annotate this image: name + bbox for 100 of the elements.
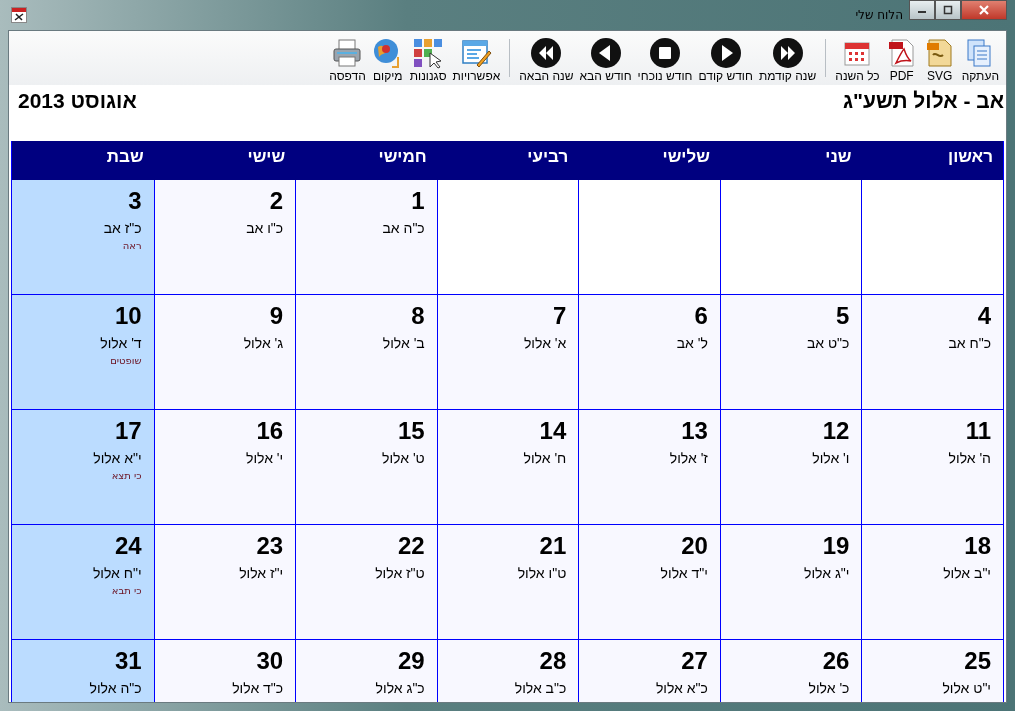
hebrew-date: ד' אלול [100,335,142,351]
day-number: 11 [965,416,991,446]
hebrew-date: כ"ב אלול [514,680,567,696]
hebrew-date: י"ד אלול [660,565,708,581]
toolbar-button[interactable]: PDF [882,37,921,83]
hebrew-date: כ"ט אב [806,335,850,351]
hebrew-date: כ"ה אלול [89,680,142,696]
weekday-header: רביעי [526,146,570,168]
maximize-icon [943,5,953,15]
day-number: 29 [398,646,425,676]
day-number: 13 [681,416,708,446]
hebrew-date: כ' אלול [808,680,850,696]
toolbar-button[interactable]: חודש הבא [576,37,635,83]
hebrew-date: ט"ו אלול [517,565,567,581]
hebrew-date: ג' אלול [243,335,284,351]
hebrew-date: ו' אלול [812,450,850,466]
toolbar-button[interactable]: שנה קודמת [755,37,820,83]
parasha-label: שופטים [110,355,142,366]
day-cell[interactable] [719,180,862,295]
form-pencil-icon [460,37,493,69]
hebrew-date: ט' אלול [382,450,425,466]
printer-icon [331,37,364,69]
day-number: 26 [822,646,850,676]
hebrew-month-title: אב - אלול תשע"ג [842,89,1004,113]
toolbar-button[interactable]: SVG [920,37,959,83]
day-number: 12 [822,416,850,446]
weekday-header: שלישי [661,146,711,168]
toolbar-button[interactable]: אפשרויות [449,37,504,83]
toolbar-button[interactable]: הדפסה [326,37,369,83]
day-number: 17 [114,416,142,446]
day-number: 15 [398,416,425,446]
day-number: 3 [128,186,142,216]
hebrew-date: כ"ה אב [382,220,425,236]
parasha-label: כי תבא [111,585,142,596]
day-number: 6 [694,301,708,331]
hebrew-date: ט"ז אלול [375,565,425,581]
minimize-button[interactable] [909,0,935,20]
day-number: 14 [539,416,567,446]
hebrew-date: י"ג אלול [804,565,850,581]
rewind-icon [530,37,563,69]
hebrew-date: ב' אלול [382,335,425,351]
day-number: 22 [398,531,425,561]
hebrew-date: כ"ג אלול [375,680,425,696]
color-grid-icon [412,37,445,69]
weekday-header: חמישי [377,146,428,168]
day-number: 16 [256,416,284,446]
weekday-header: שישי [246,146,287,168]
app-icon [11,7,27,23]
day-number: 21 [539,531,567,561]
close-button[interactable] [961,0,1007,20]
toolbar-button[interactable]: מיקום [368,37,407,83]
hebrew-date: כ"ז אב [103,220,142,236]
maximize-button[interactable] [935,0,961,20]
weekday-header: שני [824,146,853,168]
day-number: 18 [964,531,991,561]
day-number: 30 [256,646,284,676]
hebrew-date: כ"א אלול [655,680,708,696]
hebrew-date: י"ט אלול [942,680,991,696]
hebrew-date: כ"ח אב [948,335,991,351]
parasha-label: ראה [122,240,142,251]
hebrew-date: ל' אב [676,335,708,351]
hebrew-date: ה' אלול [948,450,991,466]
toolbar-button[interactable]: חודש קודם [695,37,756,83]
day-number: 27 [681,646,708,676]
day-number: 31 [114,646,142,676]
toolbar-button[interactable]: העתקה [958,37,1002,83]
play-icon [709,37,742,69]
hebrew-date: כ"ד אלול [232,680,284,696]
day-cell[interactable] [861,180,1003,295]
hebrew-date: כ"ו אב [246,220,284,236]
day-number: 5 [836,301,850,331]
day-number: 19 [822,531,850,561]
toolbar-button[interactable]: סגנונות [406,37,450,83]
hebrew-date: י"א אלול [93,450,142,466]
close-icon [978,5,990,15]
hebrew-date: י"ז אלול [239,565,284,581]
gregorian-month-title: אוגוסט 2013 [18,89,137,113]
toolbar-button[interactable]: שנה הבאה [516,37,577,83]
day-number: 9 [269,301,284,331]
hebrew-date: ז' אלול [669,450,708,466]
hebrew-date: א' אלול [523,335,567,351]
day-cell[interactable] [578,180,720,295]
weekday-header: שבת [105,146,145,168]
hebrew-date: י"ח אלול [92,565,142,581]
window-title: הלוח שלי [855,8,903,22]
day-number: 1 [411,186,425,216]
hebrew-date: י"ב אלול [943,565,991,581]
day-cell[interactable] [436,180,579,295]
toolbar-button[interactable]: חודש נוכחי [634,37,696,83]
day-number: 10 [114,301,142,331]
day-number: 23 [256,531,284,561]
day-number: 2 [269,186,284,216]
toolbar-button[interactable]: כל השנה [832,37,883,83]
back-icon [589,37,622,69]
hebrew-date: י' אלול [245,450,284,466]
weekday-header: ראשון [947,146,994,168]
parasha-label: כי תצא [111,470,142,481]
day-number: 20 [681,531,708,561]
day-number: 7 [552,301,567,331]
fastforward-icon [771,37,804,69]
